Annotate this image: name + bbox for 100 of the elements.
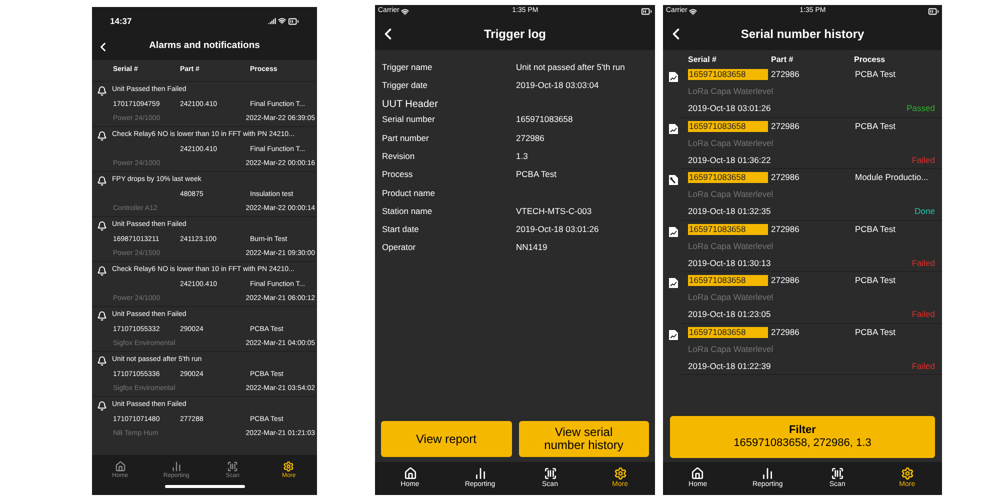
- gear-icon: [614, 467, 626, 480]
- product-name: LoRa Capa Waterlevel: [688, 291, 774, 304]
- chart-icon: [761, 467, 774, 480]
- screen-title: Trigger log: [484, 26, 546, 43]
- field-value: 165971083658: [516, 113, 573, 126]
- history-item[interactable]: 165971083658 272986 PCBA Test LoRa Capa Waterlevel 2019-Oct-18 03:01:26 Passed: [681, 66, 942, 118]
- part-number: 272986: [771, 68, 800, 81]
- wifi-icon: [401, 8, 410, 16]
- serial-number: 165971083658: [688, 275, 768, 286]
- home-icon: [114, 461, 126, 472]
- column-header: Process: [854, 54, 886, 66]
- chart-document-icon: [668, 122, 679, 134]
- bell-icon: [97, 176, 107, 186]
- serial-number: 165971083658: [688, 120, 768, 132]
- field-label: Revision: [382, 150, 416, 163]
- product-name: LoRa Capa Waterlevel: [688, 85, 774, 98]
- wifi-icon: [689, 8, 698, 16]
- serial-number: 165971083658: [688, 69, 768, 80]
- process-name: PCBA Test: [855, 120, 896, 132]
- gear-icon: [283, 461, 294, 472]
- test-date: 2019-Oct-18 01:22:39: [688, 360, 771, 372]
- field-label: Process: [382, 168, 414, 181]
- field-label: Product name: [382, 186, 436, 200]
- scan-icon: [227, 461, 238, 472]
- process-name: Module Productio...: [855, 171, 928, 184]
- status-time: 14:37: [110, 14, 132, 28]
- battery-icon: [288, 16, 299, 26]
- process-name: PCBA Test: [855, 68, 896, 81]
- result-status: Failed: [912, 154, 935, 166]
- bell-icon: [97, 220, 107, 230]
- filter-button[interactable]: Filter 165971083658, 272986, 1.3: [670, 416, 935, 458]
- scan-icon: [830, 467, 844, 480]
- serial-number: 165971083658: [688, 224, 768, 234]
- field-label: Operator: [382, 241, 417, 254]
- part-number: 272986: [771, 326, 800, 338]
- part-number: 272986: [771, 171, 800, 184]
- product-name: LoRa Capa Waterlevel: [688, 136, 774, 150]
- home-icon: [404, 467, 416, 480]
- test-date: 2019-Oct-18 03:01:26: [688, 102, 771, 115]
- field-value: VTECH-MTS-C-003: [516, 204, 592, 218]
- serial-number: 165971083658: [688, 172, 768, 183]
- field-value: PCBA Test: [516, 168, 556, 181]
- bell-icon: [97, 356, 107, 366]
- battery-icon: [928, 6, 939, 17]
- test-date: 2019-Oct-18 01:23:05: [688, 308, 771, 321]
- history-item[interactable]: 165971083658 272986 Module Productio... LoRa Capa Waterlevel 2019-Oct-18 01:32:35 Done: [681, 169, 942, 220]
- screen-title: Serial number history: [740, 26, 864, 43]
- result-status: Failed: [912, 256, 935, 270]
- field-label: Trigger name: [382, 60, 434, 74]
- test-date: 2019-Oct-18 01:32:35: [688, 205, 771, 218]
- result-status: Passed: [906, 102, 935, 115]
- bell-icon: [97, 86, 107, 96]
- screen-title: Alarms and notifications: [149, 39, 260, 54]
- process-name: PCBA Test: [855, 222, 896, 236]
- gear-icon: [900, 467, 914, 480]
- bell-icon: [97, 400, 107, 410]
- section-heading: UUT Header: [382, 98, 439, 111]
- field-value: Unit not passed after 5'th run: [516, 60, 625, 74]
- scan-icon: [544, 467, 556, 480]
- part-number: 272986: [771, 274, 800, 287]
- part-number: 272986: [771, 222, 800, 236]
- field-value: 2019-Oct-18 03:03:04: [516, 79, 599, 92]
- process-name: PCBA Test: [855, 274, 896, 287]
- chart-document-icon: [668, 277, 679, 289]
- bell-icon: [97, 130, 107, 140]
- bell-icon: [97, 310, 107, 320]
- serial-number: 165971083658: [688, 326, 768, 338]
- chart-icon: [474, 467, 486, 480]
- wrench-document-icon: [668, 174, 679, 186]
- field-label: Part number: [382, 132, 430, 144]
- field-label: Station name: [382, 204, 434, 218]
- process-name: PCBA Test: [855, 326, 896, 338]
- history-item[interactable]: 165971083658 272986 PCBA Test LoRa Capa Waterlevel 2019-Oct-18 01:23:05 Failed: [681, 272, 942, 324]
- action-button[interactable]: View serial number history: [518, 421, 649, 457]
- column-header: Part #: [771, 54, 794, 66]
- part-number: 272986: [771, 120, 800, 132]
- home-icon: [691, 467, 704, 480]
- result-status: Failed: [912, 308, 935, 321]
- history-item[interactable]: 165971083658 272986 PCBA Test LoRa Capa Waterlevel 2019-Oct-18 01:36:22 Failed: [681, 118, 942, 169]
- field-value: 2019-Oct-18 03:01:26: [516, 223, 599, 236]
- chart-document-icon: [668, 71, 679, 83]
- chart-document-icon: [668, 226, 679, 238]
- field-label: Start date: [382, 223, 420, 236]
- result-status: Failed: [912, 360, 935, 372]
- field-value: 1.3: [516, 150, 528, 163]
- column-header: Serial #: [688, 54, 718, 66]
- history-item[interactable]: 165971083658 272986 PCBA Test LoRa Capa Waterlevel 2019-Oct-18 01:30:13 Failed: [681, 220, 942, 272]
- bell-icon: [97, 266, 107, 276]
- signal-icon: [268, 17, 276, 25]
- history-item[interactable]: 165971083658 272986 PCBA Test LoRa Capa Waterlevel 2019-Oct-18 01:22:39 Failed: [681, 324, 942, 375]
- product-name: LoRa Capa Waterlevel: [688, 188, 774, 201]
- wifi-icon: [278, 17, 286, 25]
- result-status: Done: [914, 205, 935, 218]
- field-value: 272986: [516, 132, 544, 144]
- product-name: LoRa Capa Waterlevel: [688, 342, 774, 356]
- test-date: 2019-Oct-18 01:36:22: [688, 154, 771, 166]
- chart-icon: [170, 461, 182, 472]
- product-name: LoRa Capa Waterlevel: [688, 240, 774, 252]
- field-label: Trigger date: [382, 79, 429, 92]
- action-button[interactable]: View report: [381, 421, 512, 457]
